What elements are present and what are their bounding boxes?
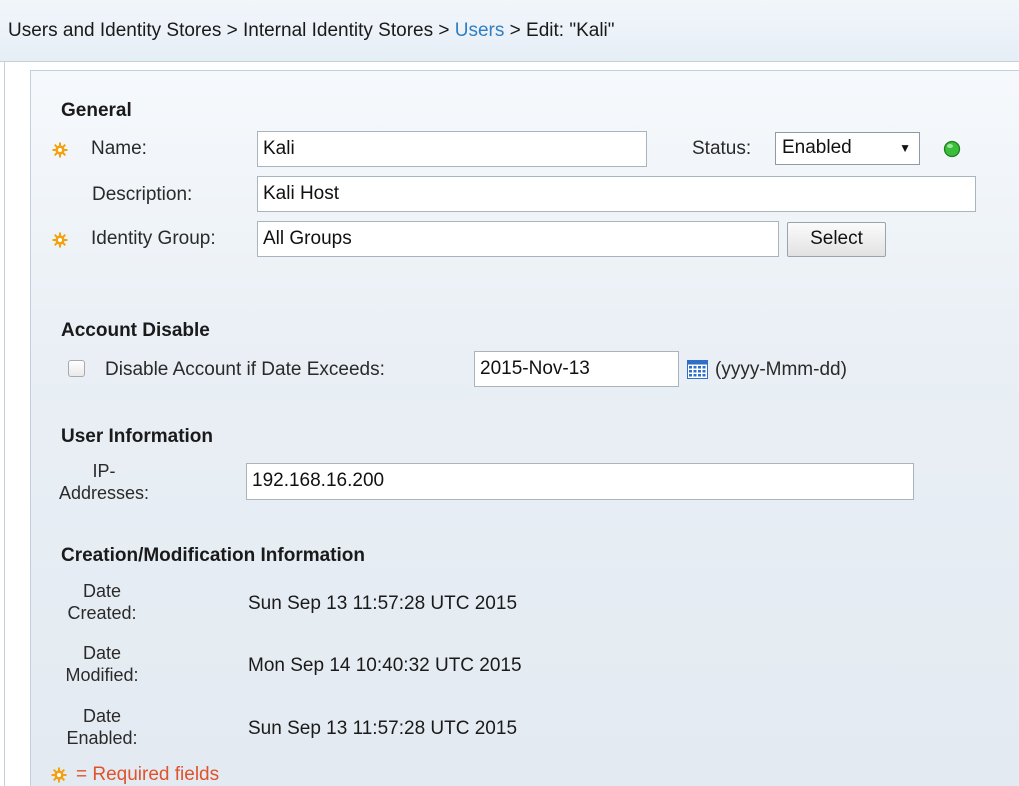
identity-group-field[interactable]: All Groups [257, 221, 779, 257]
status-green-dot-icon [943, 140, 961, 158]
ip-addresses-label: IP- Addresses: [58, 460, 150, 504]
gear-icon [52, 142, 68, 158]
breadcrumb-users-link[interactable]: Users [455, 20, 505, 41]
breadcrumb-current-page: Edit: "Kali" [526, 20, 615, 41]
breadcrumb: Users and Identity Stores > Internal Ide… [0, 0, 1019, 62]
section-creation-modification-heading: Creation/Modification Information [61, 545, 365, 566]
date-modified-label-line1: Date [82, 643, 122, 663]
required-fields-note: = Required fields [76, 764, 220, 785]
description-field[interactable]: Kali Host [257, 176, 976, 212]
date-modified-label-line2: Modified: [65, 665, 139, 685]
description-label: Description: [92, 184, 193, 205]
date-created-value: Sun Sep 13 11:57:28 UTC 2015 [248, 593, 518, 614]
name-label: Name: [91, 138, 147, 159]
ip-label-line1: IP- [92, 461, 116, 481]
identity-group-label: Identity Group: [91, 228, 216, 249]
breadcrumb-separator: > [221, 20, 243, 41]
calendar-icon[interactable] [687, 360, 708, 379]
ip-label-line2: Addresses: [58, 483, 150, 503]
chevron-down-icon: ▼ [899, 141, 911, 155]
ip-addresses-field[interactable]: 192.168.16.200 [246, 463, 914, 500]
section-general-heading: General [61, 100, 132, 121]
section-user-information-heading: User Information [61, 426, 214, 447]
disable-date-field[interactable]: 2015-Nov-13 [474, 351, 679, 387]
section-account-disable-heading: Account Disable [61, 320, 210, 341]
date-created-label-line1: Date [82, 581, 122, 601]
select-button[interactable]: Select [787, 222, 886, 257]
status-label: Status: [692, 138, 752, 159]
disable-account-checkbox[interactable] [68, 360, 85, 377]
disable-account-label: Disable Account if Date Exceeds: [105, 359, 385, 380]
date-created-label-line2: Created: [67, 603, 137, 623]
gear-icon [52, 232, 68, 248]
name-field[interactable]: Kali [257, 131, 647, 167]
date-created-label: Date Created: [56, 580, 148, 624]
breadcrumb-users-identity-stores: Users and Identity Stores [8, 20, 222, 41]
date-modified-value: Mon Sep 14 10:40:32 UTC 2015 [248, 655, 522, 676]
date-enabled-label-line2: Enabled: [66, 728, 138, 748]
breadcrumb-separator: > [433, 20, 455, 41]
page-border [4, 62, 5, 786]
date-format-hint: (yyyy-Mmm-dd) [715, 359, 847, 380]
breadcrumb-separator: > [504, 20, 527, 41]
date-enabled-value: Sun Sep 13 11:57:28 UTC 2015 [248, 718, 518, 739]
date-enabled-label: Date Enabled: [56, 705, 148, 749]
date-modified-label: Date Modified: [56, 642, 148, 686]
breadcrumb-internal-identity-stores: Internal Identity Stores [242, 20, 434, 41]
date-enabled-label-line1: Date [82, 706, 122, 726]
status-select[interactable]: Enabled ▼ [775, 132, 920, 165]
gear-icon [51, 767, 67, 783]
status-select-value: Enabled [782, 137, 852, 158]
